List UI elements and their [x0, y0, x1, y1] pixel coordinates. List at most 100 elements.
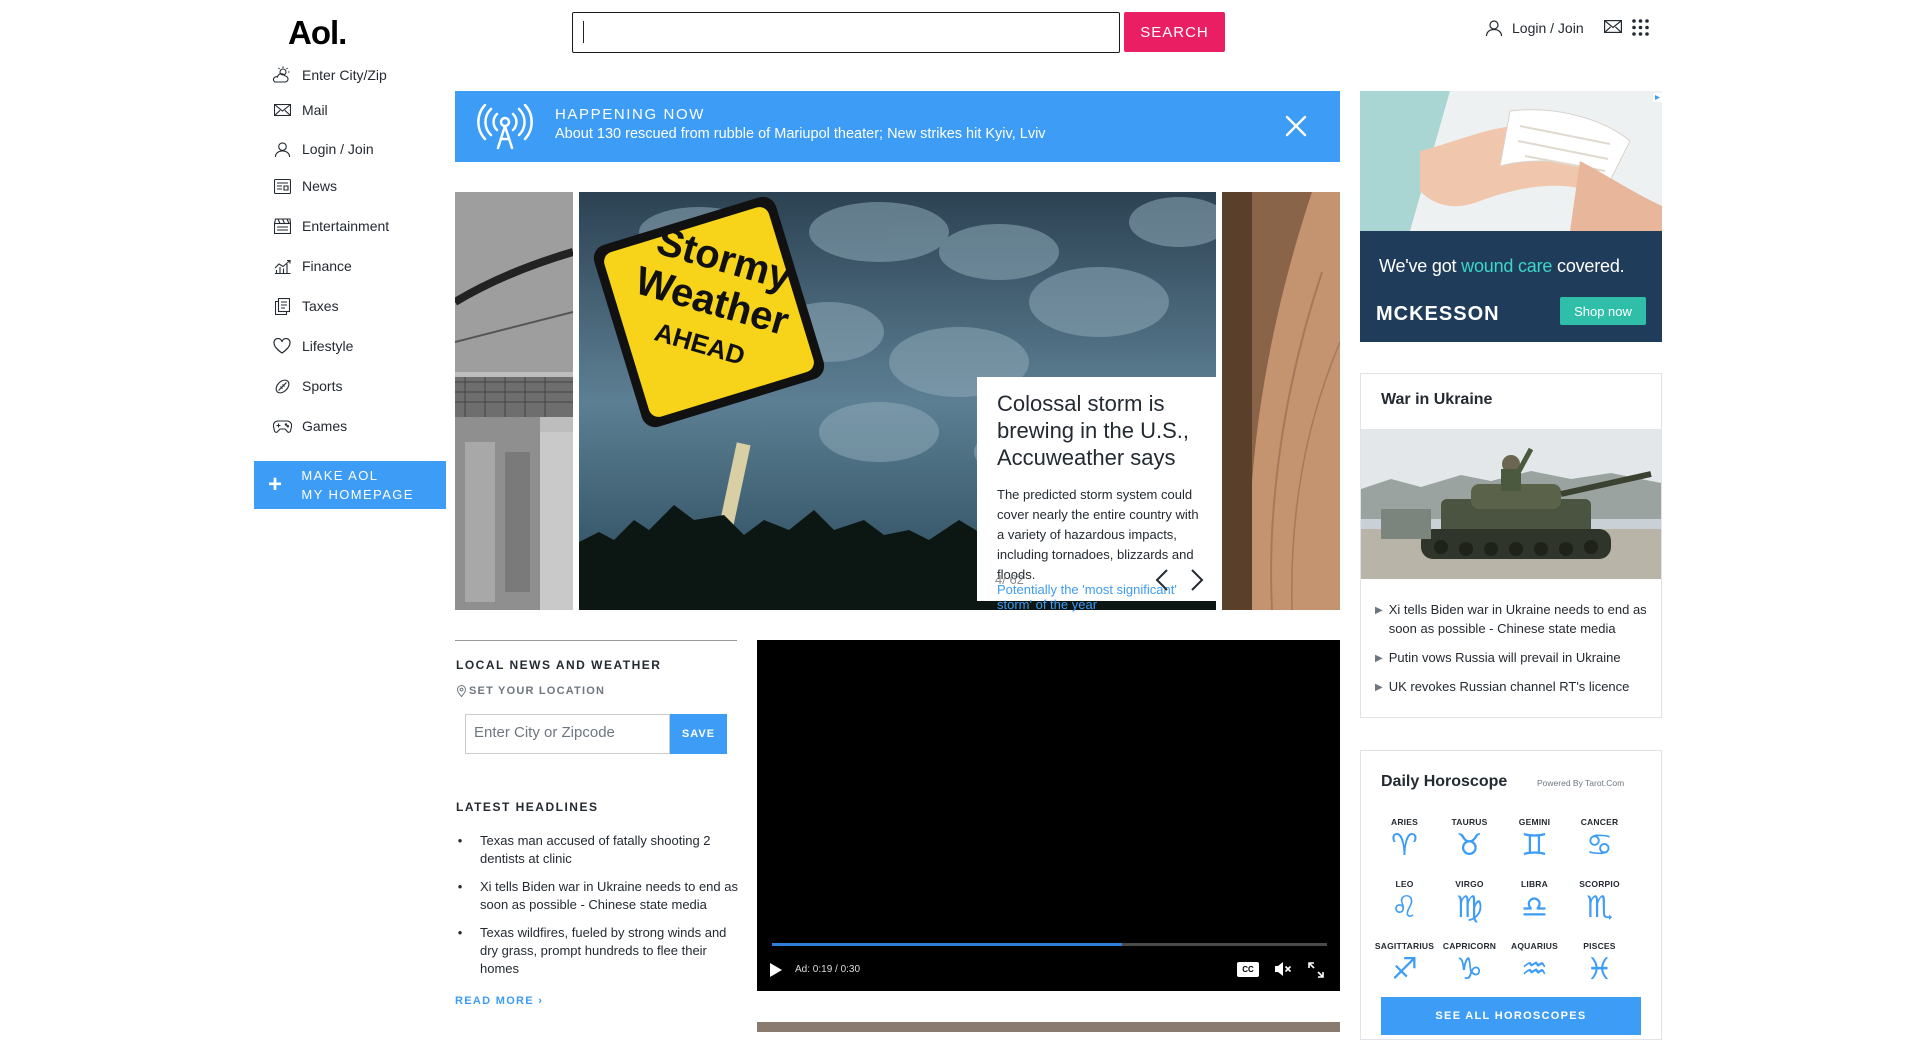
- search-input[interactable]: [572, 12, 1120, 53]
- nav-item-label: Entertainment: [302, 218, 390, 234]
- apps-grid-icon[interactable]: [1632, 19, 1649, 36]
- carousel-next-slide[interactable]: [1222, 192, 1340, 610]
- nav-item-login[interactable]: Login / Join: [272, 137, 374, 161]
- make-homepage-line1: MAKE AOL: [301, 468, 379, 483]
- save-location-button[interactable]: SAVE: [670, 714, 727, 754]
- heart-icon: [272, 336, 292, 356]
- nav-item-sports[interactable]: Sports: [272, 374, 342, 398]
- close-icon[interactable]: [1285, 115, 1307, 137]
- nav-item-lifestyle[interactable]: Lifestyle: [272, 334, 353, 358]
- nav-item-label: Enter City/Zip: [302, 67, 387, 83]
- mute-icon[interactable]: [1274, 961, 1292, 977]
- sign-aries[interactable]: ARIES ♈: [1372, 817, 1437, 863]
- scorpio-icon: ♏: [1586, 890, 1613, 925]
- finance-icon: [272, 256, 292, 276]
- entertainment-icon: [272, 216, 292, 236]
- card-title[interactable]: War in Ukraine: [1381, 391, 1492, 409]
- aquarius-icon: ♒: [1521, 952, 1548, 987]
- weather-icon: [272, 65, 292, 85]
- story-text: Putin vows Russia will prevail in Ukrain…: [1388, 650, 1621, 665]
- breaking-news-banner[interactable]: HAPPENING NOW About 130 rescued from rub…: [455, 91, 1340, 162]
- nav-item-label: Sports: [302, 378, 343, 394]
- local-news-heading: LOCAL NEWS AND WEATHER: [456, 658, 662, 672]
- user-icon: [1485, 19, 1503, 37]
- carousel-prev-slide[interactable]: [455, 192, 573, 610]
- headline-item[interactable]: • Texas wildfires, fueled by strong wind…: [455, 924, 740, 978]
- mail-icon[interactable]: [1604, 20, 1622, 33]
- make-homepage-button[interactable]: + MAKE AOL MY HOMEPAGE: [254, 461, 446, 509]
- taxes-icon: [272, 296, 292, 316]
- nav-item-taxes[interactable]: Taxes: [272, 294, 339, 318]
- hero-title[interactable]: Colossal storm is brewing in the U.S., A…: [997, 390, 1200, 471]
- nav-item-news[interactable]: News: [272, 174, 337, 198]
- nav-item-games[interactable]: Games: [272, 414, 347, 438]
- nav-item-entertainment[interactable]: Entertainment: [272, 214, 389, 238]
- see-all-horoscopes-button[interactable]: SEE ALL HOROSCOPES: [1381, 997, 1641, 1035]
- nav-item-weather[interactable]: Enter City/Zip: [272, 63, 387, 87]
- video-progress-fill: [772, 943, 1122, 946]
- video-progress-bar[interactable]: [772, 943, 1327, 946]
- headline-item[interactable]: • Xi tells Biden war in Ukraine needs to…: [455, 878, 740, 914]
- bullet: •: [457, 833, 463, 848]
- make-homepage-line2: MY HOMEPAGE: [301, 487, 414, 502]
- banner-headline[interactable]: About 130 rescued from rubble of Mariupo…: [555, 126, 1046, 142]
- hero-caption[interactable]: Colossal storm is brewing in the U.S., A…: [977, 377, 1220, 612]
- adchoices-icon[interactable]: [1653, 93, 1662, 102]
- sign-libra[interactable]: LIBRA ♎: [1502, 879, 1567, 925]
- nav-item-finance[interactable]: Finance: [272, 254, 352, 278]
- sign-taurus[interactable]: TAURUS ♉: [1437, 817, 1502, 863]
- ukraine-story-link[interactable]: ▶ Xi tells Biden war in Ukraine needs to…: [1375, 600, 1653, 638]
- read-more-link[interactable]: READ MORE ›: [455, 995, 543, 1007]
- broadcast-icon: [477, 104, 533, 150]
- aol-logo[interactable]: Aol.: [288, 14, 347, 52]
- play-icon[interactable]: [769, 962, 783, 978]
- sports-icon: [272, 376, 292, 396]
- capricorn-icon: ♑: [1456, 952, 1483, 987]
- libra-icon: ♎: [1521, 890, 1548, 925]
- sign-gemini[interactable]: GEMINI ♊: [1502, 817, 1567, 863]
- search-button[interactable]: SEARCH: [1124, 12, 1225, 52]
- plus-icon: +: [268, 471, 284, 498]
- fullscreen-icon[interactable]: [1308, 962, 1324, 978]
- nav-item-label: Mail: [302, 102, 328, 118]
- login-join-label: Login / Join: [1512, 20, 1584, 36]
- nav-item-mail[interactable]: Mail: [272, 98, 328, 122]
- sign-sagittarius[interactable]: SAGITTARIUS ♐: [1372, 941, 1437, 987]
- sign-pisces[interactable]: PISCES ♓: [1567, 941, 1632, 987]
- story-text: UK revokes Russian channel RT's licence: [1388, 679, 1630, 694]
- pisces-icon: ♓: [1586, 952, 1613, 987]
- bullet: •: [457, 925, 463, 940]
- set-location-text: SET YOUR LOCATION: [469, 685, 606, 697]
- card-title: Daily Horoscope: [1381, 773, 1508, 790]
- login-join-link[interactable]: Login / Join: [1485, 18, 1584, 38]
- video-player[interactable]: Ad: 0:19 / 0:30 CC: [757, 640, 1340, 991]
- sign-aquarius[interactable]: AQUARIUS ♒: [1502, 941, 1567, 987]
- next-story-image[interactable]: [757, 1022, 1340, 1032]
- text-caret: [583, 21, 584, 43]
- bullet: •: [457, 879, 463, 894]
- sign-capricorn[interactable]: CAPRICORN ♑: [1437, 941, 1502, 987]
- nav-item-label: Games: [302, 418, 348, 434]
- sign-cancer[interactable]: CANCER ♋: [1567, 817, 1632, 863]
- triangle-bullet-icon: ▶: [1375, 682, 1383, 693]
- headline-item[interactable]: • Texas man accused of fatally shooting …: [455, 832, 740, 868]
- set-location-label[interactable]: SET YOUR LOCATION: [457, 685, 605, 697]
- chevron-right-icon[interactable]: [1190, 568, 1204, 592]
- triangle-bullet-icon: ▶: [1375, 605, 1383, 616]
- sign-virgo[interactable]: VIRGO ♍: [1437, 879, 1502, 925]
- powered-by-label: Powered By Tarot.Com: [1537, 778, 1625, 788]
- gemini-icon: ♊: [1521, 828, 1548, 863]
- zipcode-input[interactable]: Enter City or Zipcode: [465, 714, 670, 754]
- headline-text: Texas wildfires, fueled by strong winds …: [480, 925, 727, 976]
- advertisement[interactable]: We've got wound care covered. MCKESSON S…: [1360, 91, 1662, 342]
- sign-leo[interactable]: LEO ♌: [1372, 879, 1437, 925]
- ukraine-tank-image[interactable]: [1361, 429, 1661, 579]
- sign-scorpio[interactable]: SCORPIO ♏: [1567, 879, 1632, 925]
- banner-label: HAPPENING NOW: [555, 106, 705, 123]
- ad-shop-now-button[interactable]: Shop now: [1560, 297, 1646, 325]
- chevron-left-icon[interactable]: [1155, 568, 1169, 592]
- ukraine-story-link[interactable]: ▶ Putin vows Russia will prevail in Ukra…: [1375, 648, 1653, 668]
- ukraine-story-link[interactable]: ▶ UK revokes Russian channel RT's licenc…: [1375, 677, 1653, 697]
- closed-captions-button[interactable]: CC: [1237, 962, 1259, 977]
- ad-image: [1360, 91, 1662, 231]
